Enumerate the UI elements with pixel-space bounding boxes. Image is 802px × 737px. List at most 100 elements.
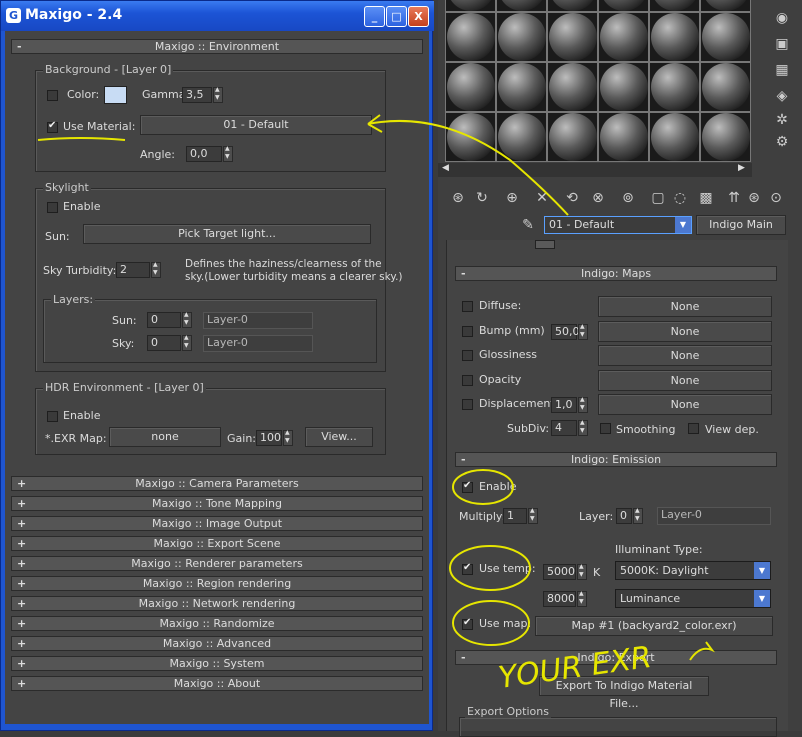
material-slot[interactable] (445, 62, 496, 112)
material-slot[interactable] (598, 112, 649, 162)
material-name-combo[interactable]: 01 - Default ▼ (544, 216, 692, 234)
rollout-collapsed[interactable]: + Maxigo :: Renderer parameters (11, 556, 423, 571)
material-slot[interactable] (649, 62, 700, 112)
map-enable-checkbox[interactable] (462, 399, 473, 410)
sky-layer-name[interactable]: Layer-0 (203, 335, 313, 352)
luminance-spinner[interactable]: 8000 (543, 591, 576, 607)
material-slot[interactable] (496, 62, 547, 112)
material-slot[interactable] (496, 12, 547, 62)
material-slot[interactable] (598, 62, 649, 112)
rollout-collapsed[interactable]: + Maxigo :: Image Output (11, 516, 423, 531)
sky-turbidity-spinner[interactable]: 2 (116, 262, 150, 278)
emission-enable-checkbox[interactable] (462, 480, 473, 493)
map-enable-checkbox[interactable] (462, 301, 473, 312)
layer-spinner-arrows[interactable] (633, 507, 643, 524)
gamma-spinner[interactable]: 3,5 (182, 87, 212, 103)
rollout-collapsed[interactable]: + Maxigo :: Network rendering (11, 596, 423, 611)
show-map-icon[interactable]: ◌ (672, 190, 688, 206)
sky-layer-spinner-arrows[interactable] (182, 334, 192, 351)
video-color-check-icon[interactable]: ✲ (774, 112, 790, 128)
map-amount-spinner[interactable]: 1,0 (551, 397, 577, 413)
luminance-type-combo[interactable]: Luminance ▼ (615, 589, 771, 608)
angle-spinner[interactable]: 0,0 (186, 146, 222, 162)
smoothing-checkbox[interactable] (600, 423, 611, 434)
material-slot[interactable] (649, 0, 700, 12)
rollout-collapsed[interactable]: + Maxigo :: About (11, 676, 423, 691)
rollout-collapsed[interactable]: + Maxigo :: Randomize (11, 616, 423, 631)
color-swatch[interactable] (104, 86, 127, 104)
material-id-icon[interactable]: ▢ (650, 190, 666, 206)
material-slot[interactable] (598, 0, 649, 12)
chevron-down-icon[interactable]: ▼ (754, 590, 770, 607)
scroll-right-icon[interactable]: ▶ (738, 163, 745, 173)
scroll-left-icon[interactable]: ◀ (442, 163, 449, 173)
map-slot-button[interactable]: None (598, 369, 772, 391)
chevron-down-icon[interactable]: ▼ (754, 562, 770, 579)
map-slot-button[interactable]: None (598, 394, 772, 415)
multiply-spinner-arrows[interactable] (528, 507, 538, 524)
put-material-icon[interactable]: ↻ (474, 190, 490, 206)
temp-spinner[interactable]: 5000 (543, 564, 576, 580)
map-amount-spinner[interactable]: 50,0 (551, 323, 580, 340)
make-preview-icon[interactable]: ⚙ (774, 134, 790, 150)
material-slot[interactable] (700, 112, 751, 162)
use-temp-checkbox[interactable] (462, 562, 473, 575)
view-button[interactable]: View... (305, 427, 373, 447)
subdiv-spinner[interactable]: 4 (551, 420, 577, 436)
map-slot-button[interactable]: None (598, 320, 772, 342)
material-slot[interactable] (496, 0, 547, 12)
sun-layer-spinner-arrows[interactable] (182, 311, 192, 328)
sky-turbidity-spinner-arrows[interactable] (151, 261, 161, 278)
close-button[interactable]: X (408, 6, 429, 27)
rollout-collapsed[interactable]: + Maxigo :: Camera Parameters (11, 476, 423, 491)
layer-spinner[interactable]: 0 (616, 508, 632, 524)
material-slot[interactable] (547, 112, 598, 162)
material-slot[interactable] (445, 12, 496, 62)
material-slot[interactable] (649, 112, 700, 162)
chevron-down-icon[interactable]: ▼ (675, 217, 691, 233)
put-to-library-icon[interactable]: ⊚ (620, 190, 636, 206)
uv-tiling-icon[interactable]: ◈ (774, 88, 790, 104)
rollout-collapsed[interactable]: + Maxigo :: Tone Mapping (11, 496, 423, 511)
material-slot[interactable] (700, 12, 751, 62)
map-amount-spinner-arrows[interactable] (578, 323, 588, 340)
material-slot[interactable] (445, 0, 496, 12)
title-bar[interactable]: G Maxigo - 2.4 _ □ X (1, 1, 434, 31)
get-material-icon[interactable]: ⊛ (450, 190, 466, 206)
rollout-collapsed[interactable]: + Maxigo :: Advanced (11, 636, 423, 651)
skylight-enable-checkbox[interactable] (47, 202, 58, 213)
exr-map-button[interactable]: none (109, 427, 221, 447)
map-enable-checkbox[interactable] (462, 350, 473, 361)
material-slot[interactable] (598, 12, 649, 62)
rollout-environment[interactable]: - Maxigo :: Environment (11, 39, 423, 54)
map-slot-button[interactable]: None (598, 345, 772, 366)
select-by-material-icon[interactable]: ⊙ (768, 190, 784, 206)
map-slot-button[interactable]: None (598, 296, 772, 317)
material-slot[interactable] (496, 112, 547, 162)
preview-swatch[interactable] (535, 240, 555, 249)
color-checkbox[interactable] (47, 90, 58, 101)
use-material-checkbox[interactable] (47, 120, 58, 133)
background-icon[interactable]: ▦ (774, 62, 790, 78)
export-material-button[interactable]: Export To Indigo Material File... (539, 676, 709, 710)
rollout-collapsed[interactable]: + Maxigo :: Export Scene (11, 536, 423, 551)
emission-map-button[interactable]: Map #1 (backyard2_color.exr) (535, 616, 773, 636)
temp-spinner-arrows[interactable] (577, 563, 587, 580)
multiply-spinner[interactable]: 1 (503, 508, 527, 524)
material-slot[interactable] (700, 0, 751, 12)
rollout-collapsed[interactable]: + Maxigo :: System (11, 656, 423, 671)
material-slot[interactable] (649, 12, 700, 62)
sky-layer-spinner[interactable]: 0 (147, 335, 181, 351)
map-amount-spinner-arrows[interactable] (578, 396, 588, 413)
go-sibling-icon[interactable]: ⊛ (746, 190, 762, 206)
illuminant-type-combo[interactable]: 5000K: Daylight ▼ (615, 561, 771, 580)
angle-spinner-arrows[interactable] (223, 145, 233, 162)
maximize-button[interactable]: □ (386, 6, 407, 27)
rollout-indigo-emission[interactable]: - Indigo: Emission (455, 452, 777, 467)
map-enable-checkbox[interactable] (462, 325, 473, 337)
subdiv-spinner-arrows[interactable] (578, 419, 588, 436)
background-material-button[interactable]: 01 - Default (140, 115, 372, 135)
gamma-spinner-arrows[interactable] (213, 86, 223, 103)
reset-material-icon[interactable]: ✕ (534, 190, 550, 206)
gain-spinner-arrows[interactable] (283, 429, 293, 446)
